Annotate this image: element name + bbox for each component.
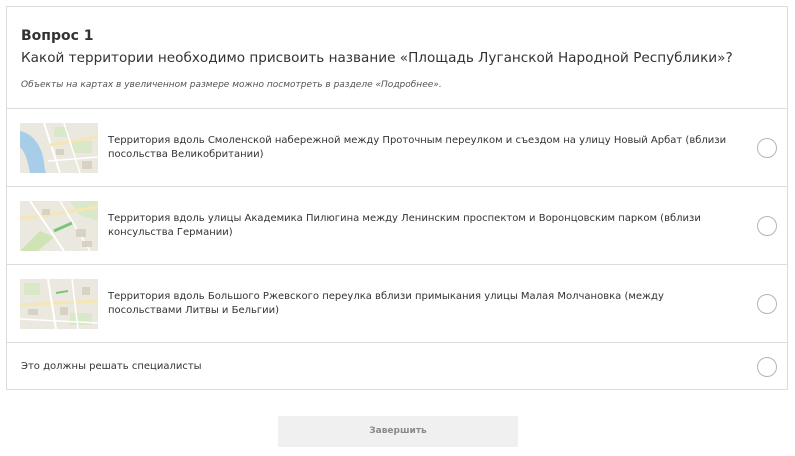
answer-option-text: Территория вдоль улицы Академика Пилюгин… [108, 212, 701, 238]
map-thumbnail-3[interactable] [20, 279, 98, 329]
answer-option-1[interactable]: Территория вдоль Смоленской набережной м… [7, 108, 787, 186]
map-icon [20, 279, 98, 329]
question-header: Вопрос 1 Какой территории необходимо при… [7, 7, 787, 107]
radio-button[interactable] [757, 215, 777, 236]
finish-button[interactable]: Завершить [278, 416, 518, 447]
answer-option-text: Территория вдоль Большого Ржевского пере… [108, 290, 664, 316]
map-thumbnail-2[interactable] [20, 201, 98, 251]
map-thumbnail-1[interactable] [20, 123, 98, 173]
answer-option-2[interactable]: Территория вдоль улицы Академика Пилюгин… [7, 186, 787, 264]
question-card: Вопрос 1 Какой территории необходимо при… [6, 6, 788, 390]
question-hint: Объекты на картах в увеличенном размере … [21, 80, 442, 90]
answer-option-3[interactable]: Территория вдоль Большого Ржевского пере… [7, 264, 787, 342]
radio-button[interactable] [757, 137, 777, 158]
question-number: Вопрос 1 [21, 28, 94, 44]
map-icon [20, 201, 98, 251]
answer-option-text: Территория вдоль Смоленской набережной м… [108, 134, 727, 160]
question-text: Какой территории необходимо присвоить на… [21, 50, 733, 66]
map-icon [20, 123, 98, 173]
radio-button[interactable] [757, 356, 777, 377]
answer-option-text: Это должны решать специалисты [21, 360, 202, 372]
radio-button[interactable] [757, 293, 777, 314]
answer-option-4[interactable]: Это должны решать специалисты [7, 342, 787, 390]
